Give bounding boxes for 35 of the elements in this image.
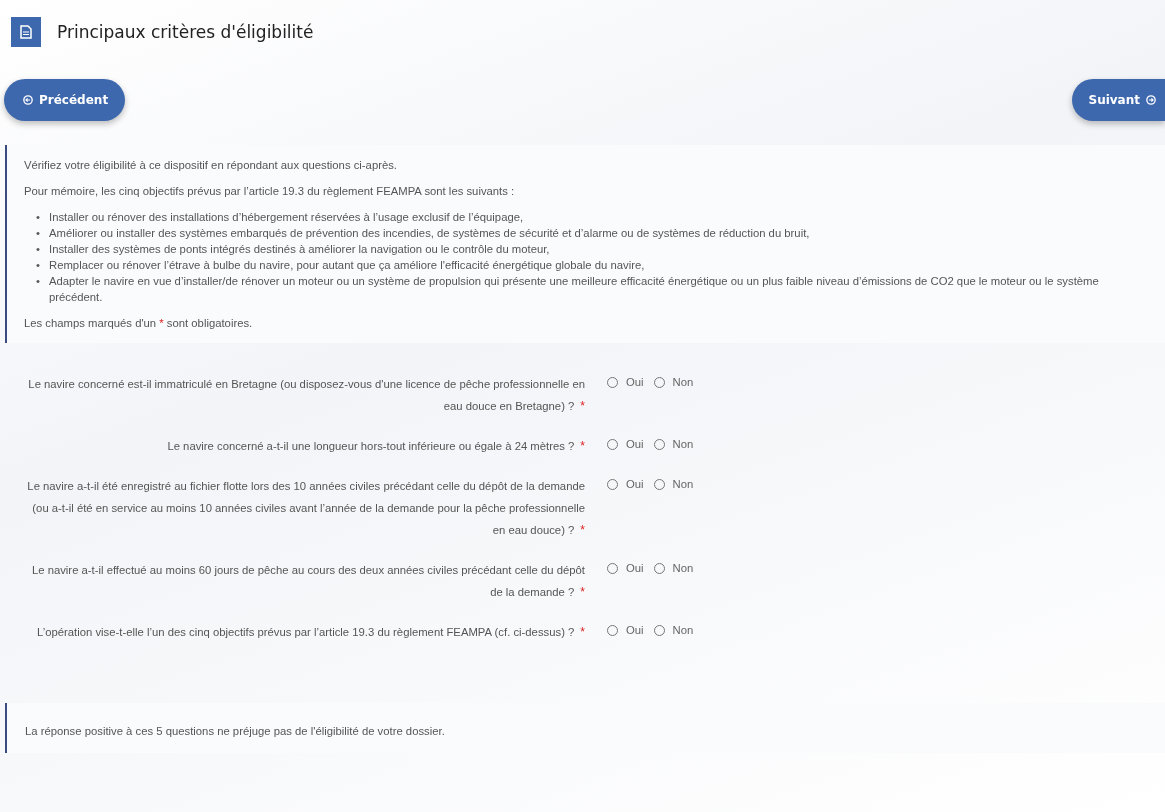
intro-text: Vérifiez votre éligibilité à ce dispositif en répondant aux questions ci-après. [24, 158, 398, 173]
arrow-right-circle-icon [1146, 95, 1156, 105]
list-bullet: • [36, 226, 41, 241]
arrow-left-circle-icon [23, 95, 33, 105]
radio-option[interactable]: Non [653, 373, 694, 391]
radio-option[interactable]: Oui [607, 373, 644, 391]
footer-note: La réponse positive à ces 5 questions ne préjuge pas de l'éligibilité de votre dossier. [25, 725, 445, 737]
objective-item: Installer ou rénover des installations d’hébergement réservées à l’usage exclusif de l’équipage, [49, 210, 524, 225]
document-icon [11, 17, 41, 47]
objective-item: Installer des systèmes de ponts intégrés destinés à améliorer la navigation ou le contrôle du moteur, [49, 242, 550, 257]
objective-item: Remplacer ou rénover l’étrave à bulbe du navire, pour autant que ça améliore l'efficacité énergétique globale du navire, [49, 258, 645, 273]
page-title: Principaux critères d'éligibilité [57, 22, 314, 42]
intro-text: Pour mémoire, les cinq objectifs prévus par l’article 19.3 du règlement FEAMPA sont les suivants : [24, 184, 516, 199]
list-bullet: • [36, 210, 41, 225]
radio-option[interactable]: Non [653, 435, 694, 453]
radio-option[interactable]: Non [653, 475, 694, 493]
radio-option[interactable]: Oui [607, 621, 644, 639]
question-label: Le navire concerné a-t-il une longueur hors-tout inférieure ou égale à 24 mètres ? * [167, 438, 585, 455]
previous-button[interactable]: Précédent [4, 79, 126, 121]
list-bullet: • [36, 274, 41, 289]
next-button[interactable]: Suivant [1071, 79, 1165, 121]
radio-option[interactable]: Non [653, 559, 694, 577]
radio-option[interactable]: Oui [607, 559, 644, 577]
radio-option[interactable]: Oui [607, 475, 644, 493]
question-label: Le navire concerné est-il immatriculé en Bretagne (ou disposez-vous d'une licence de pêche professionnelle en eau douce en Bretagne) ? * [27, 377, 585, 415]
required-note: Les champs marqués d'un * sont obligatoires. [24, 316, 254, 331]
radio-option[interactable]: Non [653, 621, 694, 639]
radio-option[interactable]: Oui [607, 435, 644, 453]
question-label: Le navire a-t-il effectué au moins 60 jours de pêche au cours des deux années civiles précédant celle du dépôt de la demande ? * [30, 563, 585, 601]
objective-item: Adapter le navire en vue d’installer/de rénover un moteur ou un système de propulsion qui présente une meilleure efficacité énergétique ou un plus faible niveau d’émissions de CO2 que le moteur ou le système précédent. [49, 274, 1100, 305]
question-label: L’opération vise-t-elle l’un des cinq objectifs prévus par l’article 19.3 du règlement FEAMPA (cf. ci-dessus) ? * [37, 624, 585, 641]
list-bullet: • [36, 258, 41, 273]
question-label: Le navire a-t-il été enregistré au fichier flotte lors des 10 années civiles précédant celle du dépôt de la demande (ou a-t-il été en service au moins 10 années civiles avant l’année de la demande pour la pêche professionnelle en eau douce) ? * [26, 479, 585, 539]
list-bullet: • [36, 242, 41, 257]
objective-item: Améliorer ou installer des systèmes embarqués de prévention des incendies, de systèmes de sécurité et d’alarme ou de systèmes de réduction du bruit, [49, 226, 810, 241]
